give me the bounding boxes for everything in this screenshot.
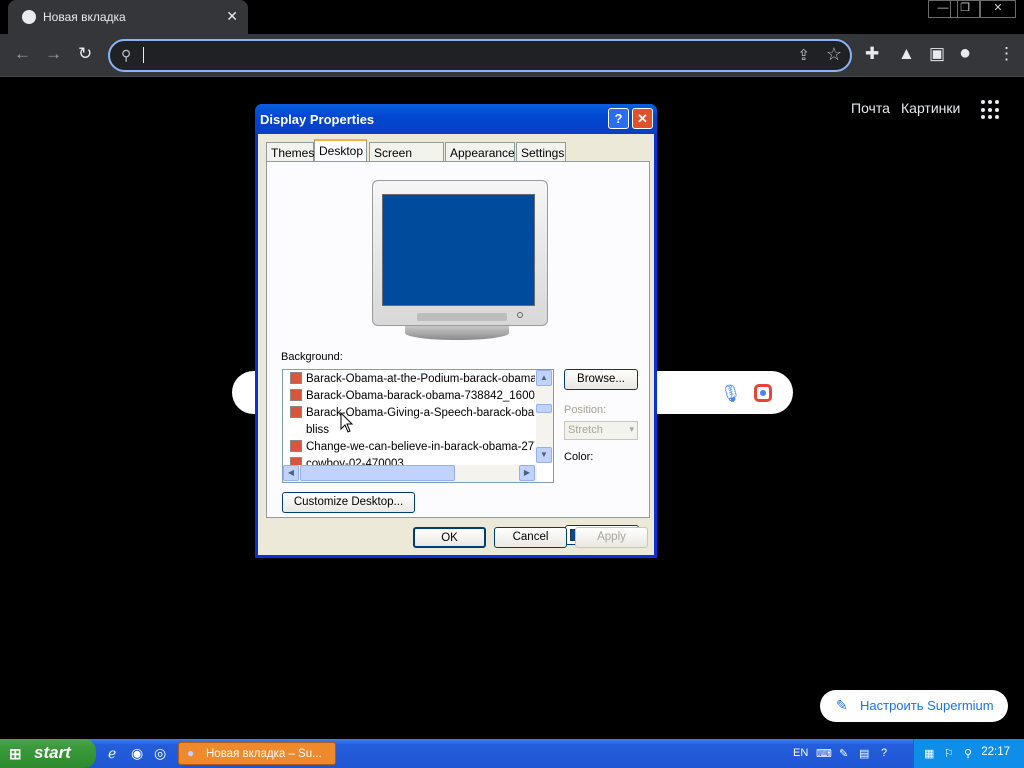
dialog-titlebar[interactable]: Display Properties ? ✕ <box>255 104 657 134</box>
monitor-screen-preview <box>382 194 535 306</box>
comment-icon[interactable]: ▤ <box>859 747 869 760</box>
apps-grid-icon[interactable] <box>981 100 1001 120</box>
tab-themes[interactable]: Themes <box>266 142 314 162</box>
taskbar-item-label: Новая вкладка – Su... <box>206 748 322 760</box>
taskbar: ⊞ start ℯ ◉ ◎ ● Новая вкладка – Su... EN… <box>0 739 1024 768</box>
browse-button[interactable]: Browse... <box>564 369 638 390</box>
position-label: Position: <box>564 404 607 416</box>
help-button[interactable]: ? <box>608 108 629 129</box>
tab-settings[interactable]: Settings <box>516 142 566 162</box>
monitor-stand <box>405 326 509 340</box>
color-label: Color: <box>564 451 594 463</box>
vertical-scrollbar[interactable]: ▲ ▼ <box>536 370 553 463</box>
flask-icon[interactable]: ▲ <box>898 44 915 64</box>
puzzle-icon[interactable]: ✚ <box>865 44 879 64</box>
horizontal-scrollbar[interactable]: ◀ ▶ <box>283 465 537 482</box>
start-label: start <box>34 743 71 762</box>
desktop-tab-panel: Background: Barack-Obama-at-the-Podium-b… <box>266 161 650 545</box>
image-file-icon <box>290 372 302 384</box>
customize-supermium-button[interactable]: ✎ Настроить Supermium <box>820 690 1008 722</box>
search-icon: ⚲ <box>121 47 132 63</box>
windows-flag-icon: ⊞ <box>9 746 22 763</box>
vertical-scroll-thumb[interactable] <box>536 404 552 413</box>
text-caret <box>143 47 144 63</box>
sidepanel-icon[interactable]: ▣ <box>929 44 945 64</box>
background-label: Background: <box>281 351 343 363</box>
forward-icon[interactable]: → <box>45 44 62 64</box>
image-file-icon <box>290 406 302 418</box>
scroll-left-icon[interactable]: ◀ <box>283 465 299 481</box>
clock: 22:17 <box>981 746 1010 758</box>
tab-close-icon[interactable]: ✕ <box>226 8 238 25</box>
scroll-right-icon[interactable]: ▶ <box>519 465 535 481</box>
back-icon[interactable]: ← <box>14 44 31 64</box>
ie-icon[interactable]: ℯ <box>108 745 116 762</box>
taskbar-item-browser[interactable]: ● Новая вкладка – Su... <box>178 742 336 765</box>
list-item[interactable]: Barack-Obama-barack-obama-738842_1600_12 <box>290 389 535 405</box>
browser-app-icon: ● <box>187 746 195 760</box>
microphone-icon[interactable]: 🎙 <box>720 384 742 404</box>
horizontal-scroll-thumb[interactable] <box>300 465 455 481</box>
tab-desktop[interactable]: Desktop <box>314 139 367 162</box>
background-list[interactable]: Barack-Obama-at-the-Podium-barack-obama-… <box>282 369 554 483</box>
dialog-title: Display Properties <box>260 112 375 127</box>
mouse-cursor-icon <box>340 412 354 433</box>
ok-button[interactable]: OK <box>413 527 486 548</box>
help-tray-icon[interactable]: ? <box>881 747 887 759</box>
language-indicator[interactable]: EN <box>793 747 808 759</box>
position-value: Stretch <box>568 424 603 436</box>
image-file-icon <box>290 389 302 401</box>
tab-title: Новая вкладка <box>43 10 126 24</box>
keyboard-icon[interactable]: ⌨ <box>816 747 832 760</box>
reload-icon[interactable]: ↻ <box>78 44 92 64</box>
menu-icon[interactable]: ⋮ <box>998 44 1015 64</box>
pen-tool-icon[interactable]: ✎ <box>839 747 848 760</box>
system-tray: ▦ ⚐ ⚲ 22:17 <box>913 739 1024 768</box>
media-icon[interactable]: ◉ <box>131 745 143 762</box>
monitor-power-led <box>517 312 523 318</box>
address-bar[interactable]: ⚲ ⇪ ☆ <box>108 39 852 72</box>
pencil-icon: ✎ <box>836 697 848 713</box>
scroll-down-icon[interactable]: ▼ <box>536 447 552 463</box>
customize-label: Настроить Supermium <box>860 698 994 713</box>
browser-toolbar: ← → ↻ ⚲ ⇪ ☆ ✚ ▲ ▣ ● ⋮ <box>0 34 1024 77</box>
image-file-icon <box>290 440 302 452</box>
mail-link[interactable]: Почта <box>851 100 890 116</box>
lens-icon[interactable] <box>754 384 772 402</box>
list-item[interactable]: Barack-Obama-at-the-Podium-barack-obama-… <box>290 372 535 388</box>
share-icon[interactable]: ⇪ <box>797 46 810 64</box>
tab-favicon-icon <box>22 10 36 24</box>
list-item[interactable]: Change-we-can-believe-in-barack-obama-27… <box>290 440 535 456</box>
window-close-button[interactable]: ✕ <box>980 0 1016 18</box>
list-item[interactable]: Barack-Obama-Giving-a-Speech-barack-obam… <box>290 406 535 422</box>
start-button[interactable]: ⊞ start <box>0 739 96 768</box>
apply-button[interactable]: Apply <box>575 527 648 548</box>
desktop-screen: Новая вкладка ✕ — ❐ ✕ ← → ↻ ⚲ ⇪ ☆ ✚ ▲ ▣ … <box>0 0 1024 768</box>
profile-icon[interactable]: ● <box>959 42 971 65</box>
browser-tab[interactable]: Новая вкладка ✕ <box>8 0 248 34</box>
tab-appearance[interactable]: Appearance <box>445 142 515 162</box>
bookmark-star-icon[interactable]: ☆ <box>826 44 842 65</box>
customize-desktop-button[interactable]: Customize Desktop... <box>282 492 415 513</box>
chevron-down-icon: ▾ <box>629 424 634 434</box>
search-tray-icon[interactable]: ⚲ <box>964 747 972 760</box>
restore-button[interactable]: ❐ <box>950 0 980 18</box>
list-item[interactable]: bliss <box>290 423 535 439</box>
tab-screen-saver[interactable]: Screen Saver <box>369 142 444 174</box>
position-select[interactable]: Stretch ▾ <box>564 421 638 440</box>
security-icon[interactable]: ⚐ <box>944 747 954 760</box>
display-properties-dialog: Display Properties ? ✕ Themes Desktop Sc… <box>255 104 657 558</box>
monitor-preview <box>372 180 548 326</box>
monitor-chin <box>417 313 507 321</box>
browser-quicklaunch-icon[interactable]: ◎ <box>154 745 166 762</box>
cancel-button[interactable]: Cancel <box>494 527 567 548</box>
dialog-close-button[interactable]: ✕ <box>632 108 653 129</box>
network-icon[interactable]: ▦ <box>924 747 934 760</box>
browser-titlebar: Новая вкладка ✕ — ❐ ✕ <box>0 0 1024 34</box>
images-link[interactable]: Картинки <box>901 100 960 116</box>
scroll-up-icon[interactable]: ▲ <box>536 370 552 386</box>
